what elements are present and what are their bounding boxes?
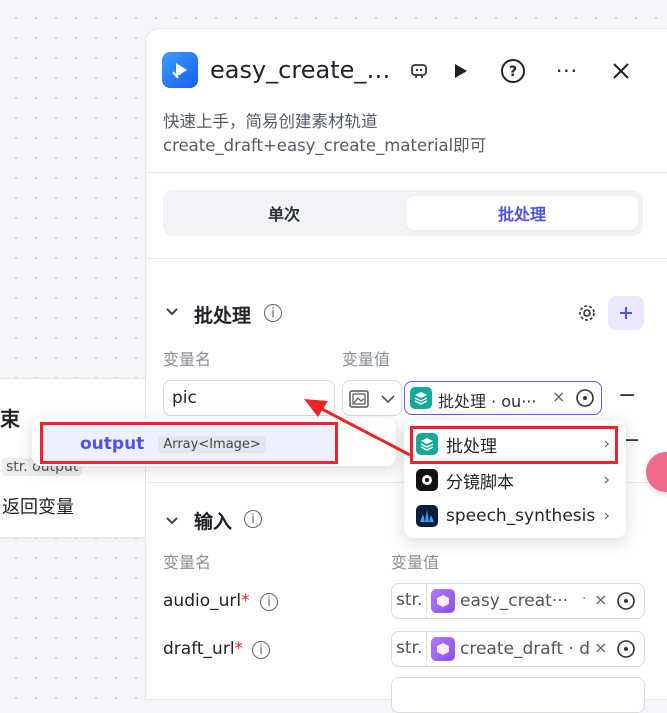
panel-title[interactable]: easy_create_… bbox=[210, 56, 390, 84]
chevron-right-icon: › bbox=[603, 470, 610, 490]
highlight-box-menu bbox=[410, 426, 618, 464]
input-section-title: 输入 bbox=[194, 511, 233, 533]
menu-item-label: 分镜脚本 bbox=[446, 472, 514, 493]
batch-section-title: 批处理 bbox=[194, 305, 252, 327]
end-node-return-label: 返回变量 bbox=[2, 497, 74, 518]
info-icon[interactable]: i bbox=[260, 593, 278, 611]
type-tag: str. bbox=[396, 590, 423, 610]
param-name: draft_url bbox=[163, 639, 235, 659]
chevron-right-icon: › bbox=[603, 506, 610, 526]
target-icon[interactable] bbox=[616, 639, 636, 659]
end-node-title: 束 bbox=[0, 407, 20, 431]
ref-separator: · bbox=[582, 591, 587, 607]
info-icon[interactable]: i bbox=[264, 304, 282, 322]
param-value-field-next[interactable] bbox=[391, 677, 645, 713]
clear-ref-icon[interactable]: × bbox=[594, 638, 607, 657]
plugin-app-icon bbox=[162, 52, 198, 88]
target-icon[interactable] bbox=[575, 388, 595, 408]
clapper-icon bbox=[416, 469, 438, 491]
divider bbox=[145, 258, 667, 259]
type-tag: str. bbox=[396, 638, 423, 658]
param-name: audio_url bbox=[163, 591, 242, 611]
help-icon[interactable]: ? bbox=[498, 56, 528, 86]
menu-item-speech-synthesis[interactable]: speech_synthesis › bbox=[410, 499, 620, 533]
required-mark: * bbox=[234, 639, 244, 659]
var-name-value: pic bbox=[172, 388, 197, 408]
remove-variable-button[interactable]: − bbox=[618, 383, 636, 408]
add-variable-button[interactable] bbox=[608, 296, 644, 330]
tab-single[interactable]: 单次 bbox=[168, 196, 400, 230]
run-icon[interactable] bbox=[445, 56, 475, 86]
divider bbox=[145, 172, 667, 173]
wave-icon bbox=[416, 505, 438, 527]
debug-icon[interactable] bbox=[404, 56, 434, 86]
ref-label: easy_creat··· bbox=[460, 591, 569, 611]
param-name-audio-url: audio_url* bbox=[163, 591, 250, 611]
menu-item-storyboard[interactable]: 分镜脚本 › bbox=[410, 463, 620, 497]
required-mark: * bbox=[241, 591, 250, 611]
cube-icon bbox=[431, 637, 455, 661]
clear-ref-icon[interactable]: × bbox=[594, 590, 607, 609]
menu-item-label: speech_synthesis bbox=[446, 506, 596, 526]
info-icon[interactable]: i bbox=[252, 641, 270, 659]
more-icon[interactable]: ··· bbox=[552, 56, 582, 86]
target-icon[interactable] bbox=[616, 591, 636, 611]
param-value-field-draft-url[interactable]: str. create_draft · d × bbox=[391, 631, 645, 667]
clear-ref-icon[interactable]: × bbox=[552, 387, 565, 406]
annotation-arrow bbox=[304, 399, 411, 457]
param-value-field-audio-url[interactable]: str. easy_creat··· · × bbox=[391, 583, 645, 619]
col-header-name: 变量名 bbox=[163, 350, 212, 369]
collapse-chevron-icon[interactable] bbox=[165, 512, 179, 530]
cube-icon bbox=[431, 589, 455, 613]
close-icon[interactable] bbox=[606, 56, 636, 86]
param-name-draft-url: draft_url* bbox=[163, 639, 243, 659]
col-header-name: 变量名 bbox=[163, 553, 212, 572]
info-icon[interactable]: i bbox=[244, 510, 262, 528]
end-node-var-type: str. bbox=[6, 459, 28, 475]
variable-reference-field[interactable]: 批处理 · ou··· × bbox=[404, 381, 602, 415]
collapse-chevron-icon[interactable] bbox=[165, 303, 179, 321]
col-header-value: 变量值 bbox=[342, 350, 391, 369]
panel-description: 快速上手，简易创建素材轨道 create_draft+easy_create_m… bbox=[163, 112, 487, 155]
ref-label: create_draft · d bbox=[460, 639, 591, 659]
ref-label: 批处理 · ou··· bbox=[438, 392, 537, 411]
settings-gear-icon[interactable] bbox=[578, 304, 596, 326]
svg-text:?: ? bbox=[509, 64, 517, 80]
col-header-value: 变量值 bbox=[391, 553, 440, 572]
tab-batch[interactable]: 批处理 bbox=[406, 196, 638, 230]
